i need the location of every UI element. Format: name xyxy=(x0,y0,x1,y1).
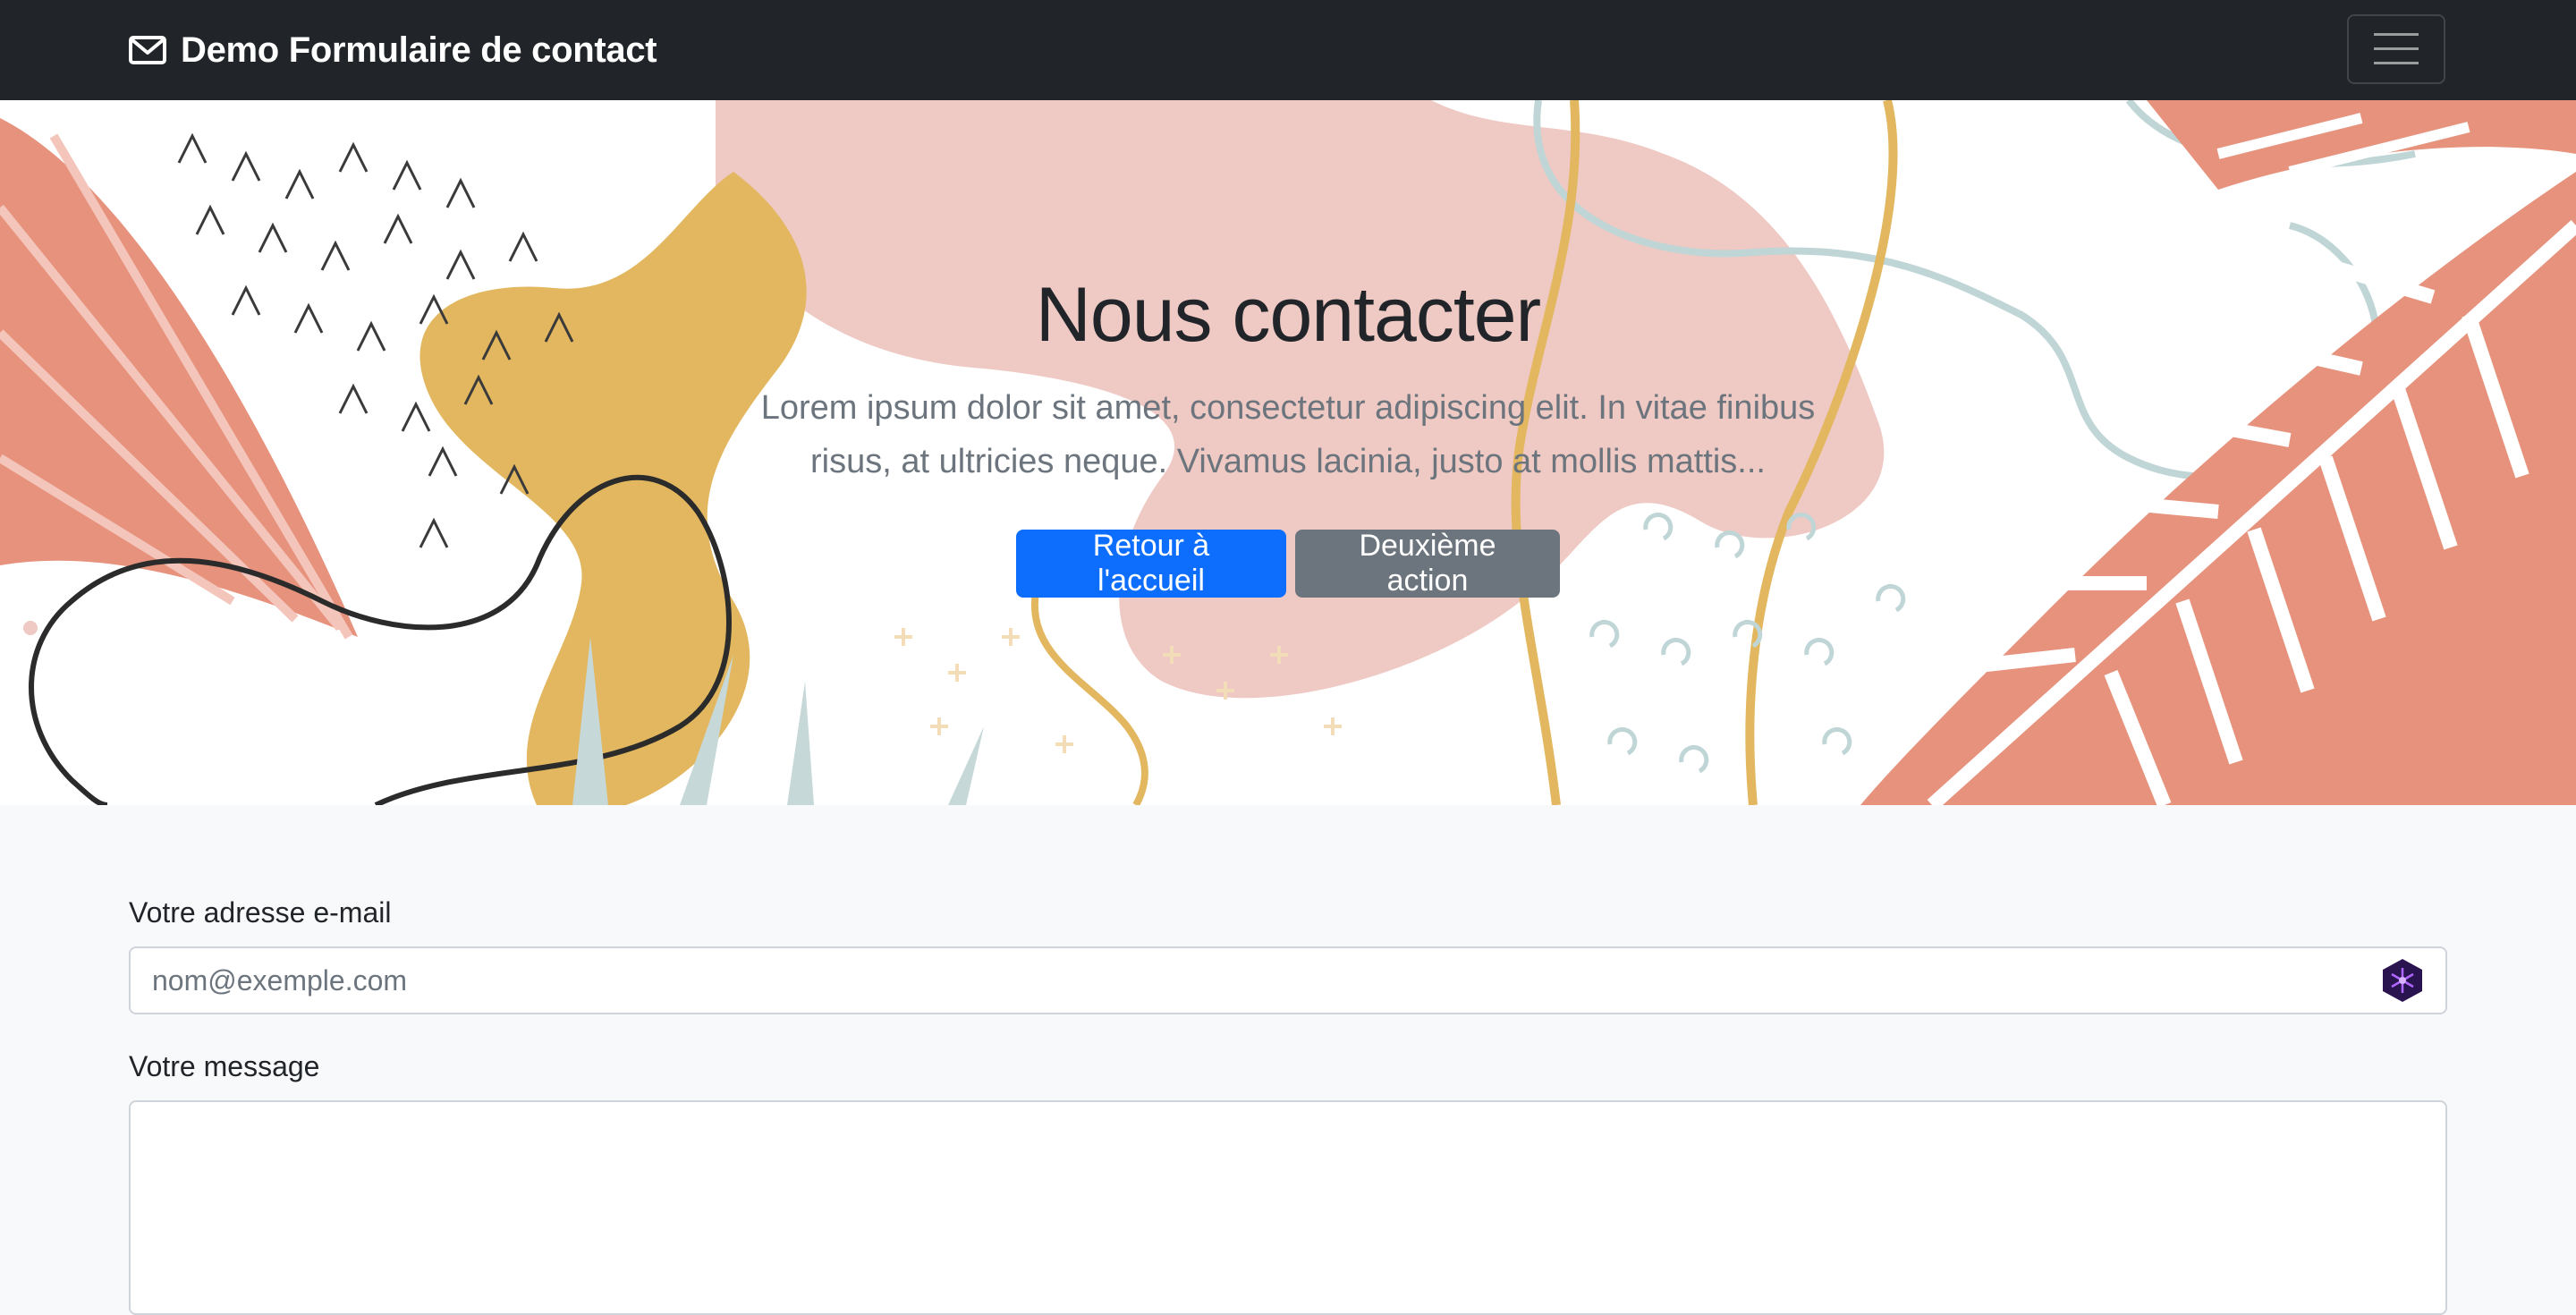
email-field-wrapper xyxy=(129,946,2447,1014)
message-field[interactable] xyxy=(129,1100,2447,1315)
second-action-button[interactable]: Deuxième action xyxy=(1295,529,1560,598)
hamburger-icon xyxy=(2374,33,2419,64)
envelope-icon xyxy=(129,36,166,64)
back-home-button[interactable]: Retour à l'accueil xyxy=(1016,529,1286,598)
hexagon-extension-icon[interactable] xyxy=(2379,957,2426,1004)
message-label: Votre message xyxy=(129,1050,320,1082)
navbar: Demo Formulaire de contact xyxy=(0,0,2576,100)
hero-content: Nous contacter Lorem ipsum dolor sit ame… xyxy=(572,270,2004,598)
email-field[interactable] xyxy=(129,946,2447,1014)
hero-lead-text: Lorem ipsum dolor sit amet, consectetur … xyxy=(760,389,1816,480)
navbar-toggler-button[interactable] xyxy=(2347,14,2445,84)
hero-section: Nous contacter Lorem ipsum dolor sit ame… xyxy=(0,100,2576,805)
page-title: Nous contacter xyxy=(1035,272,1541,358)
navbar-brand[interactable]: Demo Formulaire de contact xyxy=(129,0,657,100)
contact-form: Votre adresse e-mail Votre message xyxy=(129,891,2447,1315)
hero-button-group: Retour à l'accueil Deuxième action xyxy=(572,529,2004,598)
email-label: Votre adresse e-mail xyxy=(129,896,392,929)
brand-title: Demo Formulaire de contact xyxy=(181,30,657,70)
